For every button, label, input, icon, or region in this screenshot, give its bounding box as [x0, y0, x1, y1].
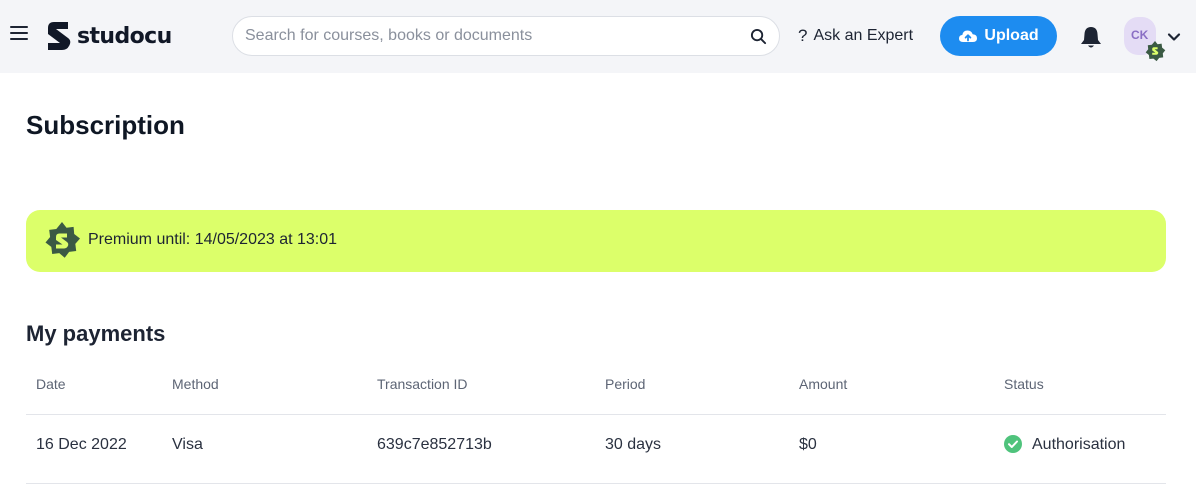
check-circle-icon [1004, 435, 1022, 453]
cell-method: Visa [172, 436, 203, 453]
logo-text: studocu [77, 23, 172, 49]
column-header-status: Status [1004, 376, 1044, 392]
column-header-period: Period [605, 376, 646, 392]
upload-button[interactable]: Upload [940, 16, 1057, 56]
search-bar[interactable] [232, 16, 780, 56]
cell-amount: $0 [799, 436, 817, 453]
cell-period: 30 days [605, 436, 662, 453]
cell-date: 16 Dec 2022 [36, 436, 127, 453]
ask-an-expert-label: Ask an Expert [813, 27, 914, 44]
table-divider [26, 414, 1166, 415]
payments-heading: My payments [26, 321, 166, 346]
cell-status: Authorisation [1032, 436, 1126, 453]
column-header-transaction-id: Transaction ID [377, 376, 468, 392]
premium-badge-icon [45, 222, 80, 258]
upload-label: Upload [984, 27, 1039, 44]
column-header-method: Method [172, 376, 219, 392]
hamburger-menu-icon[interactable] [10, 26, 28, 44]
studocu-logo-icon [48, 22, 71, 50]
question-mark-icon: ? [798, 26, 808, 45]
table-divider [26, 483, 1166, 484]
column-header-date: Date [36, 376, 66, 392]
search-input[interactable] [245, 25, 735, 47]
premium-status-banner: Premium until: 14/05/2023 at 13:01 [26, 210, 1166, 272]
cloud-upload-icon [959, 30, 978, 42]
bell-icon[interactable] [1080, 25, 1102, 49]
premium-until-text: Premium until: 14/05/2023 at 13:01 [88, 231, 338, 248]
page-title: Subscription [26, 110, 185, 140]
premium-badge-icon [1145, 41, 1166, 62]
ask-an-expert-link[interactable]: ? Ask an Expert [798, 24, 913, 48]
chevron-down-icon[interactable] [1166, 31, 1182, 43]
studocu-logo[interactable]: studocu [42, 20, 172, 52]
column-header-amount: Amount [799, 376, 848, 392]
top-navigation-bar: studocu ? Ask an Expert Upload CK [0, 0, 1196, 73]
cell-transaction-id: 639c7e852713b [377, 436, 492, 453]
search-icon[interactable] [750, 28, 767, 45]
